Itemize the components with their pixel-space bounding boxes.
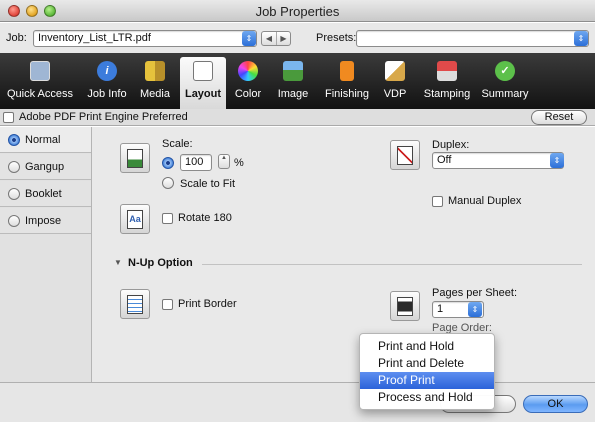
presets-select[interactable]: [356, 30, 589, 47]
reset-button[interactable]: Reset: [531, 110, 587, 125]
sidebar-item-impose[interactable]: Impose: [0, 208, 91, 234]
scale-label: Scale:: [162, 138, 193, 150]
tab-finishing-label: Finishing: [324, 88, 370, 100]
sidebar-item-label: Normal: [25, 134, 61, 146]
quick-access-icon: [30, 61, 50, 81]
pages-per-sheet-icon: [390, 291, 420, 321]
section-divider: [202, 264, 582, 265]
layout-icon: [193, 61, 213, 81]
scale-icon: [120, 143, 150, 173]
duplex-label: Duplex:: [432, 139, 470, 151]
media-icon: [145, 61, 165, 81]
duplex-select-arrows-icon[interactable]: ⇕: [550, 153, 564, 168]
job-label: Job:: [6, 32, 27, 44]
tab-media-label: Media: [140, 88, 170, 100]
pages-per-sheet-label: Pages per Sheet:: [432, 287, 518, 299]
job-select[interactable]: Inventory_List_LTR.pdf: [33, 30, 257, 47]
duplex-icon: [390, 140, 420, 170]
tab-color-label: Color: [234, 88, 262, 100]
stepper-up-icon[interactable]: ▲: [219, 155, 229, 162]
window-title: Job Properties: [255, 4, 340, 19]
stamping-icon: [437, 61, 457, 81]
tab-color[interactable]: Color: [229, 53, 267, 109]
manual-duplex-checkbox[interactable]: [432, 196, 443, 207]
tab-job-info[interactable]: i Job Info: [83, 53, 131, 109]
pages-per-sheet-value: 1: [437, 303, 444, 315]
tab-stamping[interactable]: Stamping: [420, 53, 474, 109]
scale-to-fit-radio[interactable]: [162, 177, 174, 189]
layout-mode-sidebar: Normal Gangup Booklet Impose: [0, 127, 92, 382]
impose-radio[interactable]: [8, 215, 20, 227]
previous-job-icon[interactable]: ◀: [262, 32, 276, 45]
tab-image-label: Image: [277, 88, 309, 100]
normal-radio[interactable]: [8, 134, 20, 146]
tab-layout-label: Layout: [184, 88, 222, 100]
preference-bar: Adobe PDF Print Engine Preferred Reset: [0, 109, 595, 126]
presets-select-arrows-icon[interactable]: ⇕: [574, 31, 588, 46]
scale-stepper[interactable]: ▲: [218, 154, 230, 169]
pages-per-sheet-arrows-icon[interactable]: ⇕: [468, 302, 482, 317]
print-border-icon: [120, 289, 150, 319]
menu-item-print-and-hold[interactable]: Print and Hold: [360, 338, 494, 355]
duplex-select-value: Off: [437, 154, 452, 166]
ok-button[interactable]: OK: [523, 395, 588, 413]
info-icon: i: [97, 61, 117, 81]
duplex-select[interactable]: Off: [432, 152, 564, 169]
finishing-icon: [340, 61, 354, 81]
presets-label: Presets:: [316, 32, 357, 44]
color-wheel-icon: [238, 61, 258, 81]
tab-stamping-label: Stamping: [423, 88, 471, 100]
rotate-180-checkbox[interactable]: [162, 213, 173, 224]
scale-input[interactable]: 100: [180, 154, 212, 171]
sidebar-item-gangup[interactable]: Gangup: [0, 154, 91, 180]
sidebar-item-label: Gangup: [25, 161, 65, 173]
tab-summary-label: Summary: [481, 88, 529, 100]
sidebar-item-label: Booklet: [25, 188, 62, 200]
sidebar-item-booklet[interactable]: Booklet: [0, 181, 91, 207]
tab-finishing[interactable]: Finishing: [320, 53, 374, 109]
job-select-value: Inventory_List_LTR.pdf: [38, 32, 151, 44]
tab-quick-access-label: Quick Access: [6, 88, 74, 100]
scale-radio[interactable]: [162, 157, 174, 169]
category-toolbar: Quick Access i Job Info Media Layout Col…: [0, 53, 595, 109]
disclosure-triangle-icon[interactable]: ▼: [114, 258, 122, 267]
gangup-radio[interactable]: [8, 161, 20, 173]
tab-quick-access[interactable]: Quick Access: [4, 53, 76, 109]
job-bar: Job: Inventory_List_LTR.pdf ⇕ ◀ ▶ Preset…: [0, 23, 595, 53]
layout-panel: Scale: 100 ▲ % Scale to Fit Aa Rotate 18…: [92, 127, 595, 382]
scale-to-fit-label: Scale to Fit: [180, 178, 236, 190]
tab-media[interactable]: Media: [134, 53, 176, 109]
tab-layout[interactable]: Layout: [180, 57, 226, 109]
rotate-180-label: Rotate 180: [178, 212, 232, 224]
image-icon: [283, 61, 303, 81]
job-navigation: ◀ ▶: [261, 31, 291, 46]
summary-check-icon: ✓: [495, 61, 515, 81]
dialog-button-bar: OK: [0, 382, 595, 422]
action-dropdown-menu: Print and Hold Print and Delete Proof Pr…: [359, 333, 495, 410]
tab-job-info-label: Job Info: [87, 88, 127, 100]
print-border-label: Print Border: [178, 298, 237, 310]
print-border-checkbox[interactable]: [162, 299, 173, 310]
tab-summary[interactable]: ✓ Summary: [478, 53, 532, 109]
menu-item-proof-print[interactable]: Proof Print: [360, 372, 494, 389]
tab-vdp[interactable]: VDP: [380, 53, 410, 109]
vdp-icon: [385, 61, 405, 81]
pdf-engine-checkbox[interactable]: [3, 112, 14, 123]
tab-image[interactable]: Image: [272, 53, 314, 109]
manual-duplex-label: Manual Duplex: [448, 195, 522, 207]
sidebar-item-label: Impose: [25, 215, 62, 227]
job-select-arrows-icon[interactable]: ⇕: [242, 31, 256, 46]
tab-vdp-label: VDP: [383, 88, 407, 100]
nup-section-title: N-Up Option: [128, 257, 193, 269]
scale-input-value: 100: [185, 156, 204, 168]
sidebar-item-normal[interactable]: Normal: [0, 127, 91, 153]
title-bar: Job Properties: [0, 0, 595, 22]
next-job-icon[interactable]: ▶: [276, 32, 290, 45]
booklet-radio[interactable]: [8, 188, 20, 200]
menu-item-process-and-hold[interactable]: Process and Hold: [360, 389, 494, 406]
menu-item-print-and-delete[interactable]: Print and Delete: [360, 355, 494, 372]
rotate-icon: Aa: [120, 204, 150, 234]
pdf-engine-label: Adobe PDF Print Engine Preferred: [19, 111, 188, 123]
scale-unit: %: [234, 157, 244, 169]
